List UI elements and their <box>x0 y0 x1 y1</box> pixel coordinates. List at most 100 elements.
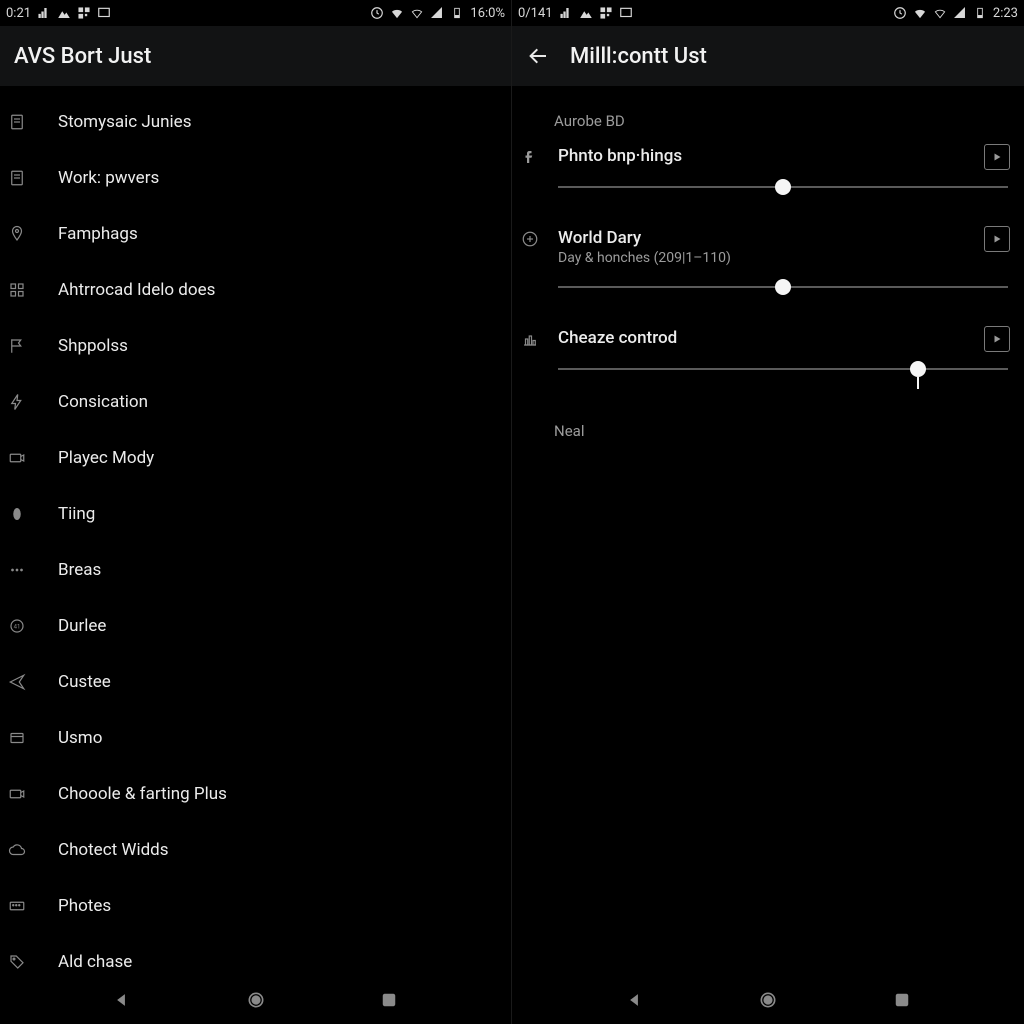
doc-icon <box>0 113 34 131</box>
list-item[interactable]: Consication <box>0 374 511 430</box>
list-item[interactable]: Custee <box>0 654 511 710</box>
slider-thumb[interactable] <box>775 279 791 295</box>
slider-block: World Dary Day & honches (209|1–110) <box>512 222 1024 322</box>
status-time: 0/141 <box>518 6 553 21</box>
play-button[interactable] <box>984 226 1010 252</box>
bolt-icon <box>0 393 34 411</box>
app-bar: AVS Bort Just <box>0 26 511 86</box>
back-button[interactable] <box>526 44 550 68</box>
slider-block: Phnto bnp·hings <box>512 140 1024 222</box>
list-item[interactable]: Famphags <box>0 206 511 262</box>
nav-back-icon[interactable] <box>111 989 133 1011</box>
app-title: Milll:contt Ust <box>570 44 707 69</box>
slider-thumb[interactable] <box>775 179 791 195</box>
signal-icon <box>37 6 51 20</box>
wifi-outline-icon <box>410 6 424 20</box>
battery-icon <box>973 6 987 20</box>
list-item-label: Stomysaic Junies <box>58 112 191 132</box>
list-item-label: Breas <box>58 560 101 580</box>
plus-circle-icon <box>520 228 540 248</box>
nav-bar <box>512 976 1024 1024</box>
nav-back-icon[interactable] <box>624 989 646 1011</box>
bar-chart-icon <box>520 328 540 348</box>
camera-icon <box>0 449 34 467</box>
list-item-label: Chotect Widds <box>58 840 169 860</box>
wifi-icon <box>390 6 404 20</box>
send-icon <box>0 673 34 691</box>
pin-icon <box>0 225 34 243</box>
list-item-label: Work: pwvers <box>58 168 159 188</box>
slider-thumb[interactable] <box>910 361 926 377</box>
slider[interactable] <box>558 286 1008 288</box>
cell-icon <box>953 6 967 20</box>
mountain-icon <box>579 6 593 20</box>
status-clock: 2:23 <box>993 6 1018 21</box>
oval-icon <box>0 505 34 523</box>
play-button[interactable] <box>984 326 1010 352</box>
detail-content: Aurobe BD Phnto bnp·hings World Dary Day &… <box>512 86 1024 976</box>
app-title: AVS Bort Just <box>14 44 151 69</box>
slider-title: Cheaze controd <box>558 328 1008 348</box>
list-item-label: Famphags <box>58 224 138 244</box>
list-item[interactable]: 41Durlee <box>0 598 511 654</box>
clock-icon <box>893 6 907 20</box>
list-item-label: Custee <box>58 672 111 692</box>
list-item-label: Photes <box>58 896 111 916</box>
doc-icon <box>0 169 34 187</box>
list-item[interactable]: Breas <box>0 542 511 598</box>
settings-list: Stomysaic Junies Work: pwvers Famphags Ahtr… <box>0 86 511 976</box>
wifi-icon <box>913 6 927 20</box>
slider-title: Phnto bnp·hings <box>558 146 1008 166</box>
mountain-icon <box>57 6 71 20</box>
slider-title: World Dary <box>558 228 1008 248</box>
window-icon <box>97 6 111 20</box>
nav-home-icon[interactable] <box>757 989 779 1011</box>
slider[interactable] <box>558 368 1008 370</box>
right-pane: 0/141 2:23 Milll:contt Ust Aurobe BD Phn… <box>512 0 1024 1024</box>
status-time: 0:21 <box>6 6 31 21</box>
tag-icon <box>0 953 34 971</box>
status-bar: 0/141 2:23 <box>512 0 1024 26</box>
window-icon <box>619 6 633 20</box>
slider-subtitle: Day & honches (209|1–110) <box>558 250 1008 266</box>
list-item[interactable]: Ahtrrocad Idelo does <box>0 262 511 318</box>
list-item-label: Shppolss <box>58 336 128 356</box>
nav-recent-icon[interactable] <box>378 989 400 1011</box>
list-item-label: Usmo <box>58 728 102 748</box>
box-icon <box>0 729 34 747</box>
list-item[interactable]: Chooole & farting Plus <box>0 766 511 822</box>
list-item[interactable]: Usmo <box>0 710 511 766</box>
status-battery: 16:0% <box>470 6 505 21</box>
list-item[interactable]: Stomysaic Junies <box>0 94 511 150</box>
grid-icon <box>0 281 34 299</box>
f-icon <box>520 146 540 166</box>
slider-block: Cheaze controd <box>512 322 1024 404</box>
svg-text:41: 41 <box>14 623 21 630</box>
list-item[interactable]: Shppolss <box>0 318 511 374</box>
battery-icon <box>450 6 464 20</box>
list-item-label: Ahtrrocad Idelo does <box>58 280 215 300</box>
list-item[interactable]: Ald chase <box>0 934 511 976</box>
status-bar: 0:21 16:0% <box>0 0 511 26</box>
list-item[interactable]: Chotect Widds <box>0 822 511 878</box>
signal-icon <box>559 6 573 20</box>
list-item[interactable]: Tiing <box>0 486 511 542</box>
app-bar: Milll:contt Ust <box>512 26 1024 86</box>
list-item-label: Tiing <box>58 504 95 524</box>
dots-icon <box>0 561 34 579</box>
section-header: Aurobe BD <box>512 94 1024 140</box>
flag-icon <box>0 337 34 355</box>
list-item[interactable]: Playec Mody <box>0 430 511 486</box>
camera-icon <box>0 785 34 803</box>
list-item[interactable]: Work: pwvers <box>0 150 511 206</box>
section-header: Neal <box>512 404 1024 450</box>
nav-home-icon[interactable] <box>245 989 267 1011</box>
cell-icon <box>430 6 444 20</box>
nav-bar <box>0 976 511 1024</box>
list-item-label: Chooole & farting Plus <box>58 784 227 804</box>
nav-recent-icon[interactable] <box>891 989 913 1011</box>
list-item[interactable]: Photes <box>0 878 511 934</box>
slider[interactable] <box>558 186 1008 188</box>
play-button[interactable] <box>984 144 1010 170</box>
cloud-icon <box>0 841 34 859</box>
